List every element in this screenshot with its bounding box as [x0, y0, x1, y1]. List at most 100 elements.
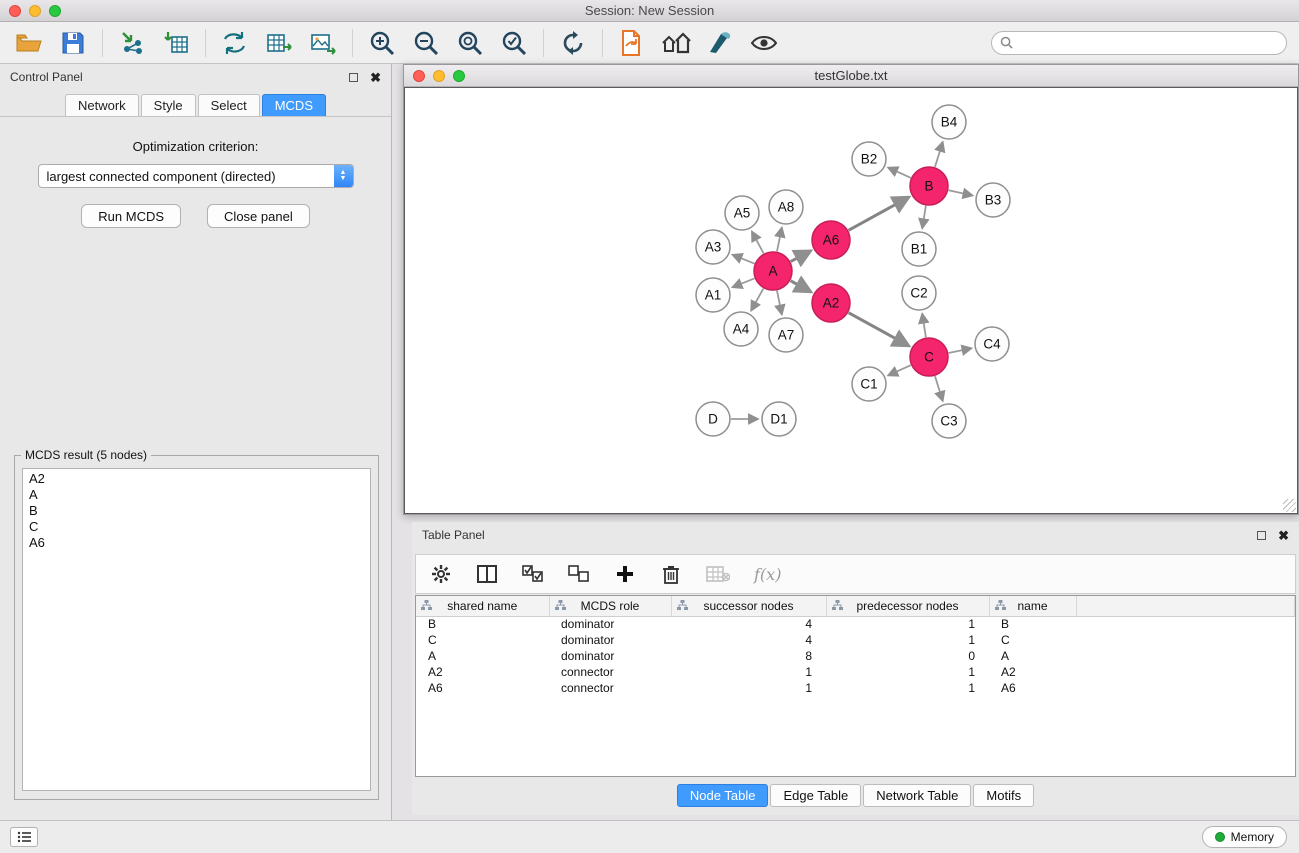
- table-cell[interactable]: connector: [549, 680, 671, 696]
- close-table-panel-icon[interactable]: ✖: [1278, 529, 1289, 542]
- mcds-result-item[interactable]: A2: [23, 471, 370, 487]
- graph-edge-C-C1[interactable]: [888, 365, 911, 375]
- graph-node-C[interactable]: C: [910, 338, 948, 376]
- table-row[interactable]: Adominator80A: [416, 648, 1295, 664]
- style-brush-button[interactable]: [705, 28, 735, 58]
- mcds-result-item[interactable]: A6: [23, 535, 370, 551]
- zoom-selected-button[interactable]: [499, 28, 529, 58]
- graph-node-B1[interactable]: B1: [902, 232, 936, 266]
- graph-node-B3[interactable]: B3: [976, 183, 1010, 217]
- mcds-result-item[interactable]: B: [23, 503, 370, 519]
- close-panel-icon[interactable]: ✖: [370, 71, 381, 84]
- graph-node-A4[interactable]: A4: [724, 312, 758, 346]
- select-all-button[interactable]: [522, 561, 544, 587]
- table-tab-motifs[interactable]: Motifs: [973, 784, 1034, 807]
- table-cell[interactable]: dominator: [549, 648, 671, 664]
- search-input[interactable]: [1018, 36, 1278, 50]
- graph-node-A1[interactable]: A1: [696, 278, 730, 312]
- import-table-button[interactable]: [161, 28, 191, 58]
- table-cell[interactable]: 0: [826, 648, 989, 664]
- export-image-button[interactable]: [308, 28, 338, 58]
- graph-edge-B-B2[interactable]: [888, 168, 911, 178]
- table-cell[interactable]: 1: [671, 664, 826, 680]
- import-network-button[interactable]: [117, 28, 147, 58]
- graph-node-A[interactable]: A: [754, 252, 792, 290]
- graph-edge-A-A3[interactable]: [732, 255, 754, 264]
- graph-node-A7[interactable]: A7: [769, 318, 803, 352]
- graph-node-C4[interactable]: C4: [975, 327, 1009, 361]
- table-cell[interactable]: B: [416, 616, 549, 632]
- export-table-button[interactable]: [264, 28, 294, 58]
- table-cell[interactable]: dominator: [549, 632, 671, 648]
- network-canvas[interactable]: B4B2BB3A8A5A6B1A3AC2A1A2A4A7C4CC1C3DD1: [404, 87, 1298, 514]
- table-cell[interactable]: C: [989, 632, 1076, 648]
- graph-node-D[interactable]: D: [696, 402, 730, 436]
- mcds-result-item[interactable]: C: [23, 519, 370, 535]
- graph-edge-A-A8[interactable]: [777, 228, 782, 252]
- table-cell[interactable]: 4: [671, 616, 826, 632]
- zoom-fit-button[interactable]: [455, 28, 485, 58]
- table-cell[interactable]: 4: [671, 632, 826, 648]
- graph-edge-B-B1[interactable]: [922, 206, 926, 229]
- export-network-button[interactable]: [220, 28, 250, 58]
- table-cell[interactable]: connector: [549, 664, 671, 680]
- table-cell[interactable]: 8: [671, 648, 826, 664]
- graph-node-A5[interactable]: A5: [725, 196, 759, 230]
- memory-button[interactable]: Memory: [1202, 826, 1287, 848]
- float-table-panel-icon[interactable]: [1257, 531, 1266, 540]
- graph-edge-B-B3[interactable]: [949, 190, 973, 195]
- save-session-button[interactable]: [58, 28, 88, 58]
- column-header-predecessor-nodes[interactable]: predecessor nodes: [826, 596, 989, 616]
- table-cell[interactable]: A6: [989, 680, 1076, 696]
- open-session-button[interactable]: [14, 28, 44, 58]
- float-panel-icon[interactable]: [349, 73, 358, 82]
- home-button[interactable]: [661, 28, 691, 58]
- graph-node-A3[interactable]: A3: [696, 230, 730, 264]
- graph-edge-C-C4[interactable]: [949, 348, 972, 353]
- table-cell[interactable]: 1: [671, 680, 826, 696]
- control-tab-network[interactable]: Network: [65, 94, 139, 116]
- table-cell[interactable]: A6: [416, 680, 549, 696]
- graph-edge-B-B4[interactable]: [935, 142, 943, 167]
- column-header-successor-nodes[interactable]: successor nodes: [671, 596, 826, 616]
- graph-node-A2[interactable]: A2: [812, 284, 850, 322]
- table-settings-button[interactable]: [430, 561, 452, 587]
- table-cell[interactable]: B: [989, 616, 1076, 632]
- graph-edge-C-C3[interactable]: [935, 376, 943, 401]
- table-row[interactable]: Bdominator41B: [416, 616, 1295, 632]
- control-tab-select[interactable]: Select: [198, 94, 260, 116]
- show-columns-button[interactable]: [476, 561, 498, 587]
- graph-node-A8[interactable]: A8: [769, 190, 803, 224]
- show-panels-button[interactable]: [10, 827, 38, 847]
- graph-edge-A-A4[interactable]: [751, 289, 763, 311]
- graph-node-B2[interactable]: B2: [852, 142, 886, 176]
- search-field[interactable]: [991, 31, 1287, 55]
- table-cell[interactable]: C: [416, 632, 549, 648]
- graph-edge-A-A6[interactable]: [791, 251, 811, 262]
- table-cell[interactable]: 1: [826, 616, 989, 632]
- zoom-out-button[interactable]: [411, 28, 441, 58]
- graph-node-C2[interactable]: C2: [902, 276, 936, 310]
- zoom-in-button[interactable]: [367, 28, 397, 58]
- table-tab-edge-table[interactable]: Edge Table: [770, 784, 861, 807]
- function-builder-button[interactable]: f(x): [754, 561, 781, 587]
- mcds-result-list[interactable]: A2ABCA6: [22, 468, 371, 791]
- table-row[interactable]: A6connector11A6: [416, 680, 1295, 696]
- refresh-layout-button[interactable]: [558, 28, 588, 58]
- graph-edge-A-A2[interactable]: [791, 281, 811, 292]
- graph-edge-A6-B[interactable]: [849, 197, 909, 230]
- table-cell[interactable]: dominator: [549, 616, 671, 632]
- graph-node-B4[interactable]: B4: [932, 105, 966, 139]
- graph-edge-A-A1[interactable]: [732, 278, 754, 287]
- graph-edge-C-C2[interactable]: [922, 314, 926, 337]
- table-cell[interactable]: A2: [989, 664, 1076, 680]
- table-tab-network-table[interactable]: Network Table: [863, 784, 971, 807]
- run-mcds-button[interactable]: Run MCDS: [81, 204, 181, 228]
- mcds-result-item[interactable]: A: [23, 487, 370, 503]
- graph-node-C1[interactable]: C1: [852, 367, 886, 401]
- table-row[interactable]: A2connector11A2: [416, 664, 1295, 680]
- graph-node-A6[interactable]: A6: [812, 221, 850, 259]
- table-cell[interactable]: A: [416, 648, 549, 664]
- graph-edge-A2-C[interactable]: [849, 313, 909, 346]
- session-doc-button[interactable]: [617, 28, 647, 58]
